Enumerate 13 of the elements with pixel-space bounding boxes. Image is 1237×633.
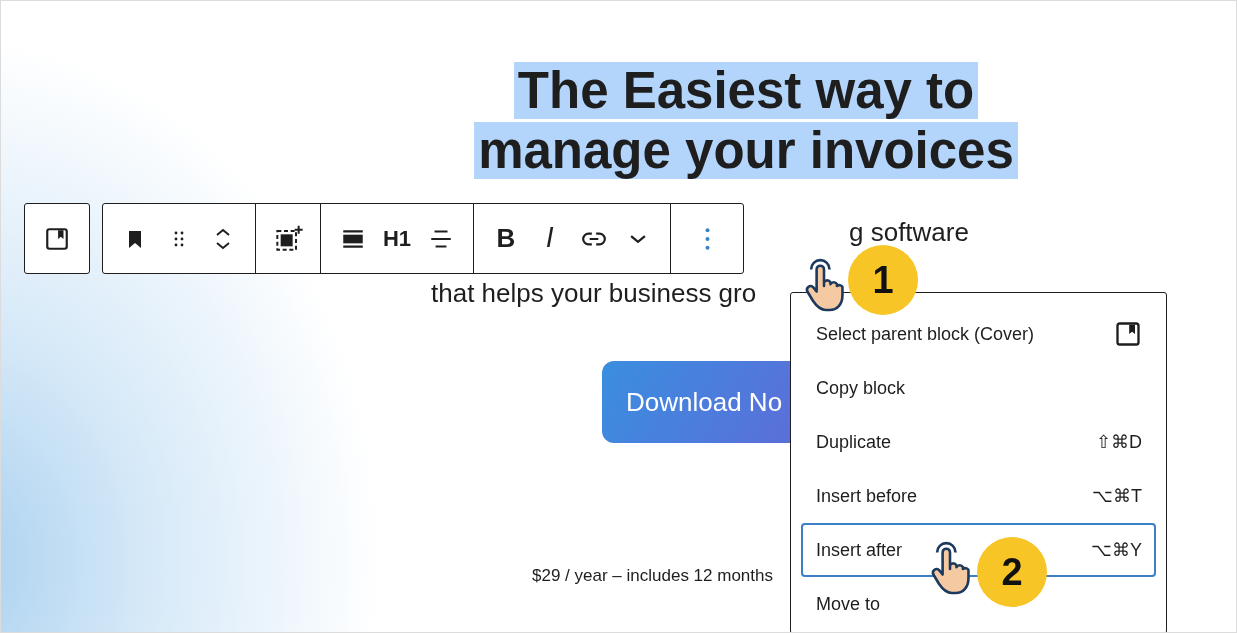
step-badge: 1 [848,245,918,315]
heading-level-button[interactable]: H1 [375,214,419,263]
block-icon [44,225,70,252]
chevron-down-icon [630,233,646,244]
bold-button[interactable]: B [484,214,528,263]
heading-text: manage your invoices [474,122,1018,179]
price-text: $29 / year – includes 12 months [532,565,773,587]
heading-text: The Easiest way to [513,62,979,119]
subtitle-text: that helps your business gro [431,278,757,308]
subtitle-text: g software [849,217,969,247]
block-icon [1114,320,1142,348]
menu-item[interactable]: Insert before ⌥⌘T [801,469,1156,523]
italic-button[interactable]: I [528,214,572,263]
